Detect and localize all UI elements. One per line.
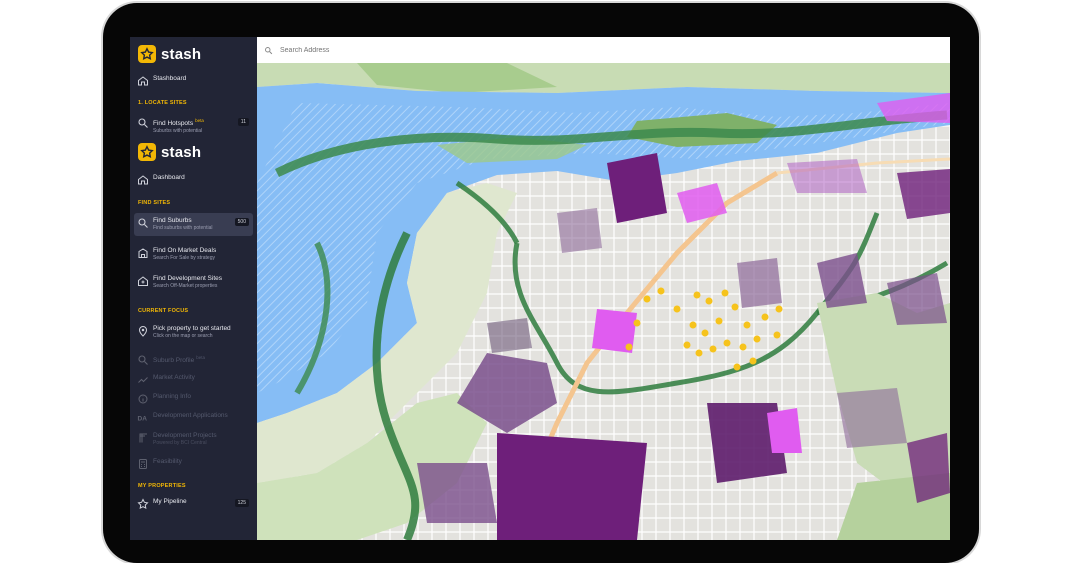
home-plus-icon (138, 276, 148, 286)
sidebar-item-find-hotspots[interactable]: Find Hotspots beta Suburbs with potential… (134, 113, 253, 135)
brand-name: stash (161, 45, 202, 63)
sidebar-item-label: My Pipeline (153, 498, 187, 505)
beta-badge: beta (195, 118, 204, 123)
svg-text:DA: DA (138, 416, 148, 423)
section-heading-my-properties: MY PROPERTIES (138, 483, 186, 489)
search-icon (138, 355, 148, 365)
da-icon: DA (138, 416, 148, 423)
sidebar-item-stashboard[interactable]: Stashboard (134, 71, 253, 91)
search-input[interactable] (278, 45, 582, 55)
sidebar-item-development-applications[interactable]: DA Development Applications (134, 408, 253, 428)
sidebar-item-find-development-sites[interactable]: Find Development Sites Search Off-Market… (134, 271, 253, 293)
beta-badge: beta (196, 355, 205, 360)
sidebar: stash Stashboard 1. LOCATE SITES Find Ho… (130, 37, 257, 540)
map-pin-icon (138, 326, 148, 337)
search-icon (265, 46, 273, 54)
sidebar-item-planning-info[interactable]: Planning Info (134, 389, 253, 409)
calculator-icon (139, 459, 147, 469)
home-icon (138, 76, 148, 86)
star-icon (137, 498, 149, 510)
star-logo-icon (138, 143, 156, 161)
star-logo-icon (138, 45, 156, 63)
map-layers (257, 63, 950, 540)
sidebar-item-label: Feasibility (153, 458, 182, 465)
section-heading-locate-sites: 1. LOCATE SITES (138, 100, 187, 106)
sidebar-item-label: Market Activity (153, 374, 195, 381)
sidebar-item-sublabel: Suburbs with potential (153, 128, 203, 135)
sidebar-item-label: Planning Info (153, 393, 191, 400)
sidebar-item-sublabel: Powered by BCI Central (153, 440, 207, 446)
sidebar-item-pick-property[interactable]: Pick property to get started Click on th… (134, 321, 253, 343)
sidebar-item-label: Find Development Sites (153, 275, 223, 282)
building-icon (138, 248, 148, 258)
search-bar (257, 37, 950, 64)
sidebar-item-label: Suburb Profile (153, 357, 195, 365)
count-badge: 500 (234, 218, 249, 226)
map-canvas[interactable] (257, 63, 950, 540)
sidebar-item-find-on-market-deals[interactable]: Find On Market Deals Search For Sale by … (134, 243, 253, 265)
sidebar-item-label: Find On Market Deals (153, 247, 217, 254)
sidebar-item-my-pipeline[interactable]: My Pipeline 125 (134, 494, 253, 514)
sidebar-item-find-suburbs[interactable]: Find Suburbs Find suburbs with potential… (134, 213, 253, 236)
logo-back: stash (138, 44, 201, 64)
sidebar-item-sublabel: Search For Sale by strategy (153, 255, 215, 261)
count-badge: 11 (237, 118, 249, 126)
sidebar-item-market-activity[interactable]: Market Activity (134, 370, 253, 390)
sidebar-item-feasibility[interactable]: Feasibility (134, 454, 253, 474)
section-heading-current-focus: CURRENT FOCUS (138, 308, 189, 314)
sidebar-item-label: Development Projects (153, 432, 217, 439)
sidebar-item-sublabel: Search Off-Market properties (153, 283, 218, 289)
sidebar-item-suburb-profile[interactable]: Suburb Profile beta (134, 350, 253, 370)
crane-icon (139, 433, 147, 443)
search-icon (138, 118, 148, 128)
sidebar-item-sublabel: Click on the map or search (153, 333, 213, 339)
sidebar-item-label: Find Suburbs (153, 217, 192, 224)
sidebar-item-dashboard[interactable]: Dashboard (134, 170, 253, 190)
sidebar-item-label: Development Applications (153, 412, 228, 419)
search-icon (138, 218, 148, 228)
section-heading-find-sites: FIND SITES (138, 200, 171, 206)
sidebar-item-label: Pick property to get started (153, 325, 231, 332)
sidebar-item-development-projects[interactable]: Development Projects Powered by BCI Cent… (134, 428, 253, 450)
sidebar-item-sublabel: Find suburbs with potential (153, 225, 213, 231)
chart-icon (138, 377, 148, 383)
brand-name: stash (161, 143, 202, 161)
sidebar-item-label: Find Hotspots (153, 120, 194, 128)
count-badge: 125 (234, 499, 249, 507)
sidebar-item-label: Stashboard (153, 75, 187, 82)
home-icon (138, 175, 148, 185)
logo: stash (138, 142, 201, 162)
info-icon (138, 394, 148, 404)
app-screen: stash Stashboard 1. LOCATE SITES Find Ho… (130, 37, 950, 540)
sidebar-item-label: Dashboard (153, 174, 185, 181)
